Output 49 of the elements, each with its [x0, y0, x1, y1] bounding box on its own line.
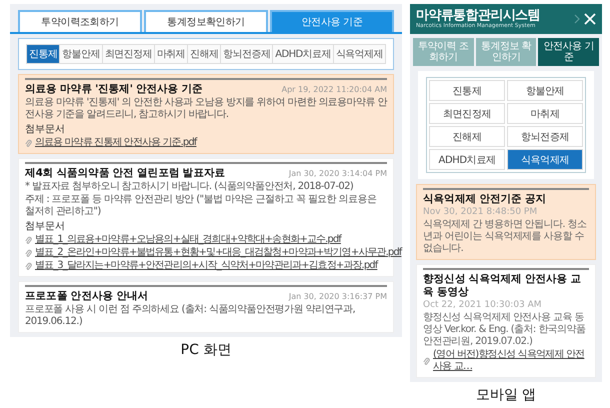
- post-title: 프로포폴 안전사용 안내서: [25, 290, 148, 303]
- category-tab[interactable]: 마취제: [507, 103, 583, 124]
- tab[interactable]: 안전사용 기준: [538, 38, 600, 66]
- chevron-right-icon: [574, 14, 580, 24]
- close-icon[interactable]: [584, 13, 596, 25]
- category-tab[interactable]: 식욕억제제: [507, 149, 583, 170]
- post-text: * 발표자료 첨부하오니 참고하시기 바랍니다. (식품의약품안전처, 2018-07-02): [25, 181, 354, 193]
- file-link[interactable]: 별표_2_온라인+마약류+불법유통+현황+및+대응_대검찰청+마약과+박기영+사무관.pdf: [35, 247, 402, 259]
- post-text: 향정신성 식욕억제제 안전사용 교육 동영상 Ver.kor. & Eng. (출처: 한국의약품안전관리원, 2019.07.02.): [423, 312, 586, 348]
- post-date: Jan 30, 2020 3:14:04 PM: [288, 169, 387, 178]
- category-tab[interactable]: 최면진정제: [429, 103, 505, 124]
- category-tab[interactable]: 진통제: [429, 80, 505, 101]
- category-tab[interactable]: 식욕억제제: [332, 44, 386, 64]
- category-tab[interactable]: 진해제: [187, 44, 222, 64]
- attachments-label: 첨부문서: [25, 124, 66, 136]
- tab[interactable]: 통계정보확인하기: [144, 10, 268, 32]
- tab[interactable]: 투약이력조회하기: [18, 10, 142, 32]
- post-title: 향정신성 식욕억제제 안전사용 교육 동영상: [423, 273, 582, 299]
- category-tab[interactable]: 항불안제: [59, 44, 103, 64]
- file-link[interactable]: 별표_3_달라지는+마약류+안전관리의+시작_식약처+마약관리과+김효정+과장.pdf: [35, 260, 378, 272]
- figure-caption: 모바일 앱: [476, 386, 536, 404]
- category-tab[interactable]: 마취제: [154, 44, 188, 64]
- category-tab[interactable]: 진통제: [26, 44, 60, 64]
- post-date: Jan 30, 2020 3:16:37 PM: [288, 292, 387, 301]
- post-date: Nov 30, 2021 8:48:50 PM: [423, 207, 538, 218]
- post-date: Oct 22, 2021 10:30:03 AM: [423, 300, 543, 311]
- paperclip-icon: [423, 356, 430, 366]
- category-tab[interactable]: ADHD치료제: [429, 149, 505, 170]
- attachments-label: 첨부문서: [25, 221, 66, 233]
- app-title: 마약류통합관리시스템: [416, 8, 542, 23]
- post-date: Apr 19, 2022 11:20:04 AM: [282, 85, 387, 94]
- category-tab[interactable]: ADHD치료제: [272, 44, 334, 64]
- figure-caption: PC 화면: [180, 341, 232, 359]
- category-tab[interactable]: 항불안제: [507, 80, 583, 101]
- paperclip-icon: [25, 138, 32, 148]
- post-text: 식욕억제제 간 병용하면 안됩니다. 청소년과 어린이는 식욕억제제를 사용할 수 없습니다.: [423, 219, 588, 255]
- category-tab[interactable]: 항뇌전증제: [220, 44, 274, 64]
- post-text: 의료용 마약류 '진통제' 의 안전한 사용과 오남용 방지를 위하여 마련한 의료용마약류 안전사용 기준을 알려드리니, 참고하시기 바랍니다.: [25, 97, 387, 121]
- file-link[interactable]: 별표_1_의료용+마약류+오남용의+실태_경희대+약학대+송현화+교수.pdf: [35, 234, 341, 246]
- post-title: 의료용 마약류 '진통제' 안전사용 기준: [25, 83, 203, 96]
- post-title: 제4회 식품의약품 안전 열린포럼 발표자료: [25, 167, 226, 180]
- post-text: 주제 : 프로포폴 등 마약류 안전관리 방안 ("불법 마약은 근절하고 꼭 필요한 의료용은 철저히 관리하고"): [25, 194, 378, 218]
- post-text: 프로포폴 사용 시 이런 점 주의하세요 (출처: 식품의약품안전평가원 약리연구과, 2019.06.12.): [25, 304, 356, 328]
- post-title: 식욕억제제 안전기준 공지: [423, 193, 548, 206]
- category-tab[interactable]: 진해제: [429, 126, 505, 147]
- category-tab[interactable]: 최면진정제: [102, 44, 155, 64]
- file-link[interactable]: (영어 버전)향정신성 식욕억제제 안전사용 교…: [433, 349, 589, 373]
- category-tab[interactable]: 항뇌전증제: [507, 126, 583, 147]
- file-link[interactable]: 의료용 마약류 진통제 안전사용 기준.pdf: [35, 137, 196, 149]
